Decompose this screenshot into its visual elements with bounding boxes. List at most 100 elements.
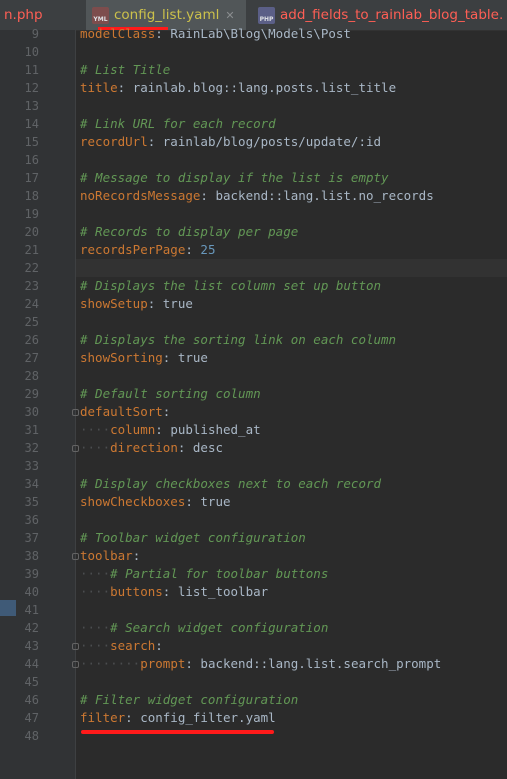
yaml-key: toolbar (80, 548, 133, 563)
close-icon[interactable]: ✕ (225, 9, 234, 22)
code-line[interactable]: ····search: (76, 637, 507, 655)
yaml-value: : true (147, 296, 193, 311)
yaml-value: : (155, 638, 163, 653)
yaml-key: title (80, 80, 118, 95)
tab-label: n.php (4, 7, 43, 23)
line-number: 28 (24, 369, 39, 383)
line-number: 26 (24, 333, 39, 347)
line-number: 12 (24, 81, 39, 95)
code-line[interactable]: recordsPerPage: 25 (76, 241, 507, 259)
code-line[interactable]: ····column: published_at (76, 421, 507, 439)
yaml-value: : desc (177, 440, 223, 455)
code-line[interactable]: # Displays the sorting link on each colu… (76, 331, 507, 349)
code-line[interactable]: modelClass: RainLab\Blog\Models\Post (76, 25, 507, 43)
yaml-key: defaultSort (80, 404, 163, 419)
line-number: 33 (24, 459, 39, 473)
line-number: 23 (24, 279, 39, 293)
code-line[interactable]: # Default sorting column (76, 385, 507, 403)
code-text: showSetup: true (80, 295, 193, 313)
yaml-value: : true (185, 494, 231, 509)
line-number: 27 (24, 351, 39, 365)
code-line[interactable]: ····# Partial for toolbar buttons (76, 565, 507, 583)
line-number: 14 (24, 117, 39, 131)
code-line[interactable] (76, 259, 507, 277)
line-number: 38 (24, 549, 39, 563)
yaml-key: recordUrl (80, 134, 148, 149)
code-line[interactable] (76, 313, 507, 331)
code-comment: # List Title (80, 62, 171, 77)
code-line[interactable]: # Display checkboxes next to each record (76, 475, 507, 493)
yaml-key: direction (110, 440, 178, 455)
indent-guide: ···· (80, 638, 111, 653)
code-line[interactable]: ····buttons: list_toolbar (76, 583, 507, 601)
line-number: 37 (24, 531, 39, 545)
code-comment: # Displays the sorting link on each colu… (80, 332, 397, 347)
code-line[interactable] (76, 673, 507, 691)
code-text: # List Title (80, 61, 170, 79)
code-editor[interactable]: modelClass: RainLab\Blog\Models\Post # Li… (76, 26, 507, 779)
line-number: 24 (24, 297, 39, 311)
code-line[interactable]: # Message to display if the list is empt… (76, 169, 507, 187)
code-line[interactable]: toolbar: (76, 547, 507, 565)
line-number: 42 (24, 621, 39, 635)
code-line[interactable] (76, 97, 507, 115)
code-line[interactable]: # Displays the list column set up button (76, 277, 507, 295)
yaml-key: showCheckboxes (80, 494, 186, 509)
yaml-key: recordsPerPage (80, 242, 186, 257)
code-comment: # Toolbar widget configuration (80, 530, 306, 545)
code-line[interactable] (76, 367, 507, 385)
code-line[interactable]: ····direction: desc (76, 439, 507, 457)
yaml-value: 25 (200, 242, 216, 257)
code-line[interactable]: # Toolbar widget configuration (76, 529, 507, 547)
code-text: filter: config_filter.yaml (80, 709, 276, 727)
line-number: 16 (24, 153, 39, 167)
code-text: # Displays the sorting link on each colu… (80, 331, 396, 349)
code-line[interactable] (76, 151, 507, 169)
line-number: 46 (24, 693, 39, 707)
code-line[interactable]: # Filter widget configuration (76, 691, 507, 709)
code-line[interactable]: showSetup: true (76, 295, 507, 313)
line-number: 25 (24, 315, 39, 329)
code-text: ····search: (80, 637, 163, 655)
code-line[interactable]: showSorting: true (76, 349, 507, 367)
code-line[interactable] (76, 601, 507, 619)
code-text: noRecordsMessage: backend::lang.list.no_… (80, 187, 434, 205)
indent-guide: ···· (80, 422, 111, 437)
code-text: # Default sorting column (80, 385, 261, 403)
code-line[interactable]: noRecordsMessage: backend::lang.list.no_… (76, 187, 507, 205)
indent-guide: ···· (80, 620, 111, 635)
code-line[interactable]: title: rainlab.blog::lang.posts.list_tit… (76, 79, 507, 97)
code-line[interactable]: # Link URL for each record (76, 115, 507, 133)
code-line[interactable]: showCheckboxes: true (76, 493, 507, 511)
line-number: 45 (24, 675, 39, 689)
code-line[interactable] (76, 511, 507, 529)
yaml-key: noRecordsMessage (80, 188, 201, 203)
yaml-key: column (110, 422, 156, 437)
code-line[interactable]: defaultSort: (76, 403, 507, 421)
line-number: 19 (24, 207, 39, 221)
line-number: 29 (24, 387, 39, 401)
yaml-key: showSorting (80, 350, 163, 365)
yaml-key: prompt (140, 656, 186, 671)
code-line[interactable]: # Records to display per page (76, 223, 507, 241)
code-line[interactable]: filter: config_filter.yaml (76, 709, 507, 727)
code-line[interactable]: ········prompt: backend::lang.list.searc… (76, 655, 507, 673)
indent-guide: ···· (80, 566, 111, 581)
code-line[interactable] (76, 43, 507, 61)
yaml-file-icon: YML (92, 6, 109, 24)
code-text: showSorting: true (80, 349, 208, 367)
code-line[interactable] (76, 457, 507, 475)
code-text: recordsPerPage: 25 (80, 241, 215, 259)
yaml-value: : backend::lang.list.no_records (200, 188, 434, 203)
code-text: title: rainlab.blog::lang.posts.list_tit… (80, 79, 396, 97)
code-line[interactable] (76, 205, 507, 223)
code-text: showCheckboxes: true (80, 493, 231, 511)
yaml-value: : true (162, 350, 208, 365)
line-number: 21 (24, 243, 39, 257)
yaml-value: : config_filter.yaml (125, 710, 276, 725)
code-line[interactable]: # List Title (76, 61, 507, 79)
line-number: 40 (24, 585, 39, 599)
code-line[interactable]: ····# Search widget configuration (76, 619, 507, 637)
line-number: 10 (24, 45, 39, 59)
code-line[interactable]: recordUrl: rainlab/blog/posts/update/:id (76, 133, 507, 151)
